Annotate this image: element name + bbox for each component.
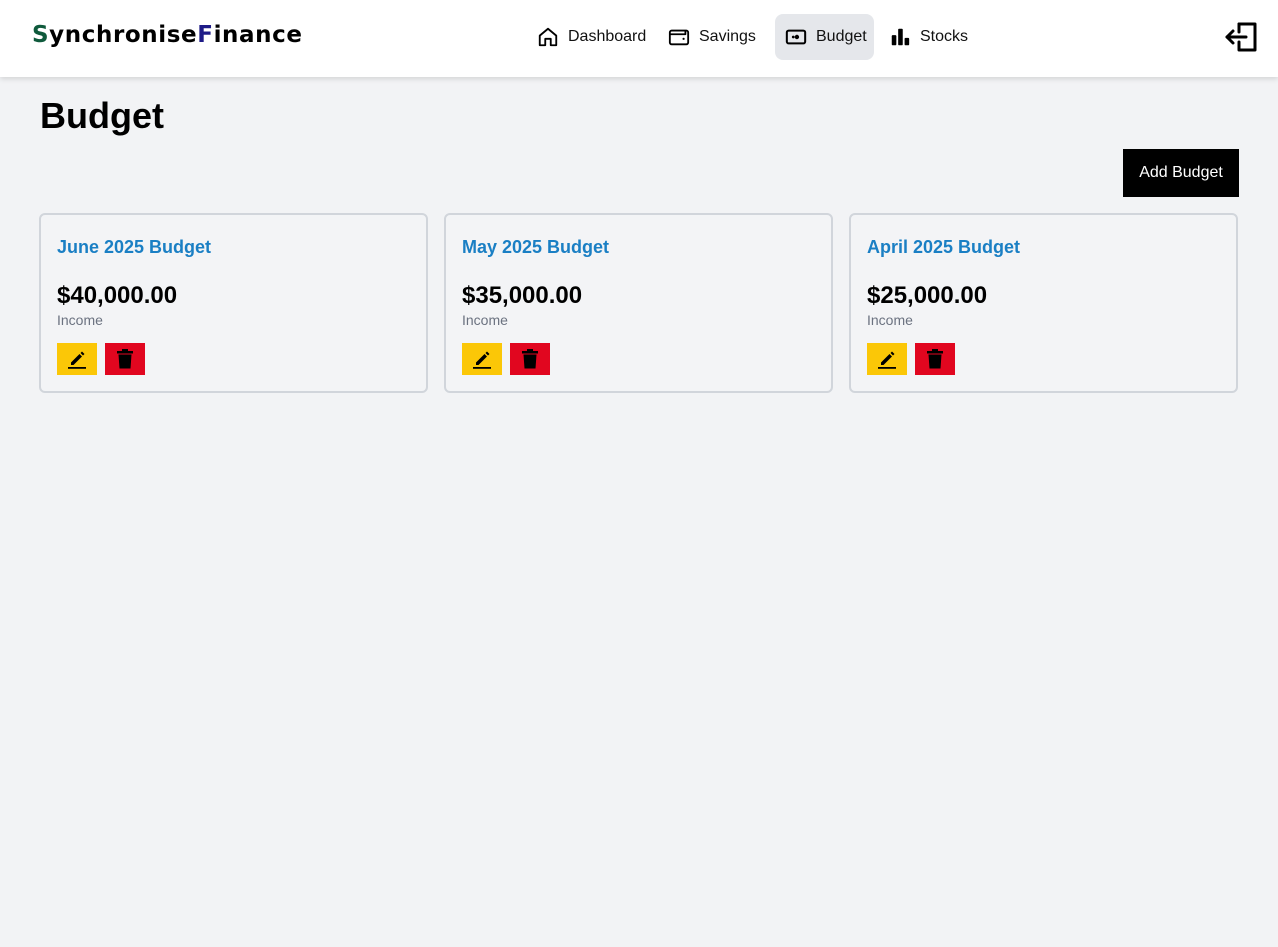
- home-icon: [537, 26, 559, 48]
- budget-card: May 2025 Budget $35,000.00 Income: [444, 213, 833, 393]
- logo-letter-f: F: [197, 22, 214, 48]
- nav-item-dashboard[interactable]: Dashboard: [527, 14, 658, 60]
- trash-icon: [927, 349, 943, 369]
- nav-label-dashboard: Dashboard: [568, 28, 647, 45]
- main-nav: Dashboard Savings Budget Stocks: [527, 14, 974, 60]
- budget-card: June 2025 Budget $40,000.00 Income: [39, 213, 428, 393]
- edit-budget-button[interactable]: [867, 343, 907, 375]
- budget-card-label: Income: [867, 312, 913, 328]
- edit-budget-button[interactable]: [57, 343, 97, 375]
- budget-card-actions: [57, 343, 145, 375]
- pencil-icon: [473, 351, 491, 369]
- logout-button[interactable]: [1224, 19, 1260, 55]
- budget-card-actions: [867, 343, 955, 375]
- edit-budget-button[interactable]: [462, 343, 502, 375]
- pencil-icon: [878, 351, 896, 369]
- budget-card-label: Income: [462, 312, 508, 328]
- bar-chart-icon: [889, 26, 911, 48]
- budget-card-list: June 2025 Budget $40,000.00 Income May 2…: [39, 213, 1239, 393]
- budget-card: April 2025 Budget $25,000.00 Income: [849, 213, 1238, 393]
- budget-card-amount: $35,000.00: [462, 282, 583, 309]
- budget-card-title[interactable]: April 2025 Budget: [867, 235, 1220, 259]
- budget-card-label: Income: [57, 312, 103, 328]
- delete-budget-button[interactable]: [510, 343, 550, 375]
- logo-letter-s: S: [32, 22, 50, 48]
- nav-item-savings[interactable]: Savings: [658, 14, 768, 60]
- logout-icon: [1225, 22, 1257, 52]
- nav-label-budget: Budget: [816, 28, 867, 45]
- nav-item-stocks[interactable]: Stocks: [879, 14, 974, 60]
- logo-text-part-2: inance: [213, 22, 303, 48]
- wallet-icon: [668, 26, 690, 48]
- add-budget-button[interactable]: Add Budget: [1123, 149, 1239, 197]
- logo-text-part: ynchronise: [49, 22, 198, 48]
- budget-card-amount: $40,000.00: [57, 282, 178, 309]
- budget-card-actions: [462, 343, 550, 375]
- pencil-icon: [68, 351, 86, 369]
- budget-card-amount: $25,000.00: [867, 282, 988, 309]
- trash-icon: [522, 349, 538, 369]
- budget-card-title[interactable]: May 2025 Budget: [462, 235, 815, 259]
- trash-icon: [117, 349, 133, 369]
- app-logo[interactable]: SynchroniseFinance: [32, 20, 303, 50]
- budget-card-title[interactable]: June 2025 Budget: [57, 235, 410, 259]
- top-navbar: SynchroniseFinance Dashboard Savings Bud…: [0, 0, 1278, 77]
- nav-label-savings: Savings: [699, 28, 756, 45]
- delete-budget-button[interactable]: [915, 343, 955, 375]
- money-icon: [785, 26, 807, 48]
- nav-label-stocks: Stocks: [920, 28, 969, 45]
- nav-item-budget[interactable]: Budget: [775, 14, 874, 60]
- page-title: Budget: [40, 95, 164, 136]
- delete-budget-button[interactable]: [105, 343, 145, 375]
